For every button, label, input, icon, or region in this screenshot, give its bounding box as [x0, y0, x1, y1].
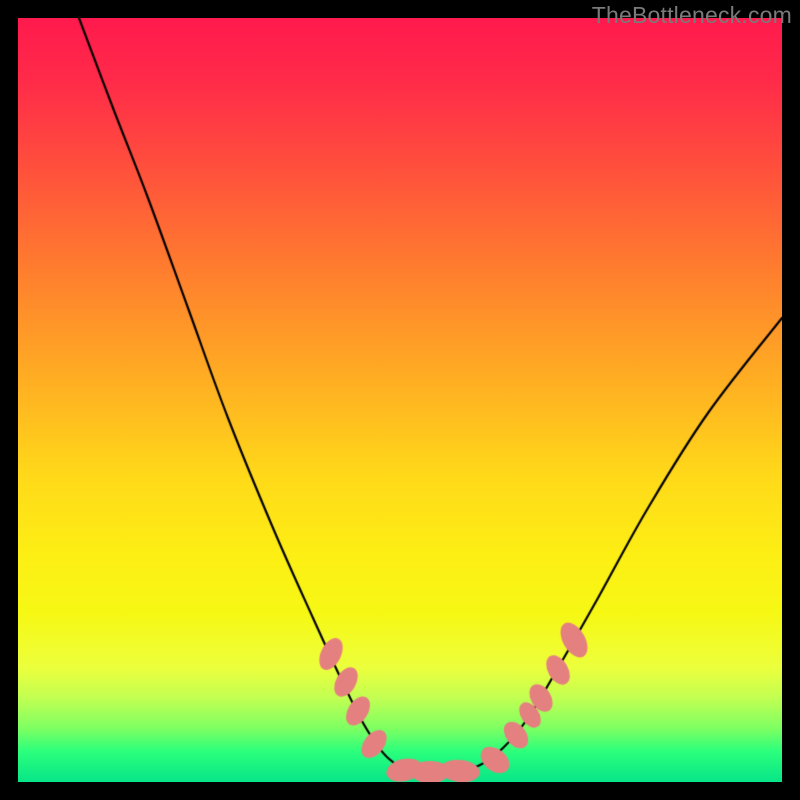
outer-frame: TheBottleneck.com — [0, 0, 800, 800]
watermark-label: TheBottleneck.com — [592, 2, 792, 29]
bottleneck-curve-canvas — [18, 18, 782, 782]
plot-area — [18, 18, 782, 782]
